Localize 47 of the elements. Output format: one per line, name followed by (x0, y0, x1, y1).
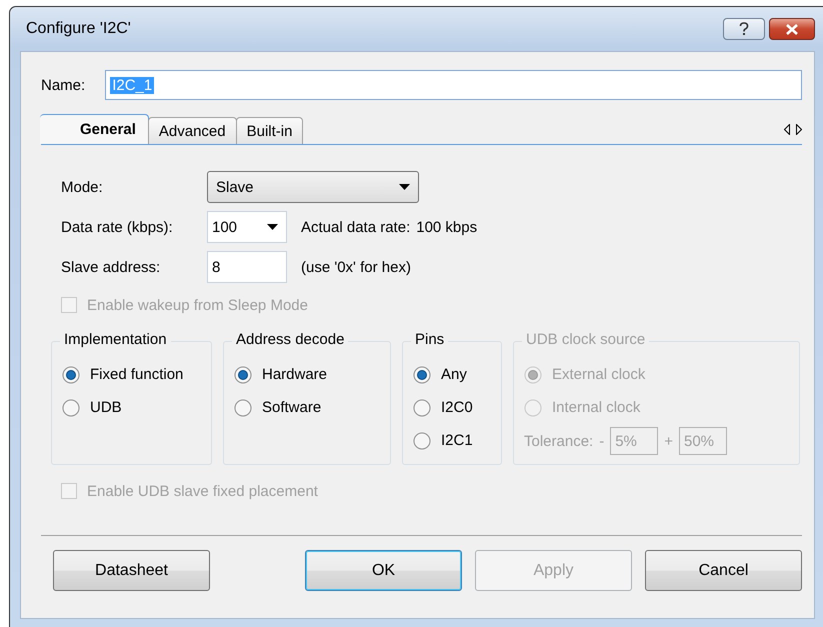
radio-button[interactable] (413, 366, 431, 384)
hint-text: Actual data rate: (301, 218, 410, 236)
close-icon (786, 24, 798, 34)
field-label: Mode: (61, 178, 104, 196)
radio-button[interactable] (413, 398, 431, 416)
mode-dropdown[interactable]: Slave (207, 171, 419, 203)
field-label: Data rate (kbps): (61, 218, 174, 236)
data-rate-combo[interactable]: 100 (207, 211, 287, 243)
radio-label: I2C1 (441, 432, 473, 449)
radio-label: Any (441, 366, 467, 383)
rate-reading: 100 kbps (416, 218, 478, 236)
dropdown-arrow-icon (399, 184, 410, 190)
radio-label: I2C0 (441, 399, 473, 416)
close-button[interactable] (769, 18, 815, 40)
name-label: Name: (41, 76, 86, 94)
dialog-button[interactable]: Datasheet (53, 550, 210, 591)
group-title: Implementation (60, 331, 171, 348)
help-icon (739, 22, 749, 36)
minus-sign: - (599, 432, 604, 450)
tab[interactable]: General (40, 114, 149, 144)
hint-text: (use '0x' for hex) (301, 258, 411, 276)
scroll-left-icon[interactable] (784, 124, 790, 134)
radio-button[interactable] (62, 398, 80, 416)
radio-button[interactable] (62, 366, 80, 384)
address-field[interactable]: 8 (207, 251, 287, 283)
radio-label: External clock (552, 366, 646, 383)
field-label: Slave address: (61, 258, 162, 276)
radio-label: Fixed function (90, 366, 184, 383)
dialog-button[interactable]: Cancel (645, 550, 802, 591)
radio-button[interactable] (234, 398, 252, 416)
radio-label: Software (262, 399, 322, 416)
radio-label: Internal clock (552, 399, 640, 416)
window-title: Configure 'I2C' (26, 20, 132, 38)
radio-button[interactable] (234, 366, 252, 384)
radio-label: Hardware (262, 366, 328, 383)
tab[interactable]: Advanced (148, 117, 237, 144)
dropdown-arrow-icon (267, 224, 278, 230)
checkbox-label: Enable wakeup from Sleep Mode (87, 296, 308, 314)
scroll-right-icon[interactable] (796, 124, 802, 134)
tab[interactable]: Built-in (236, 117, 304, 144)
radio-button[interactable] (413, 432, 431, 450)
plus-sign: + (664, 432, 673, 450)
help-button[interactable] (723, 18, 765, 40)
checkbox-label: Enable UDB slave fixed placement (87, 482, 318, 500)
tolerance-label: Tolerance: (524, 432, 594, 450)
radio-label: UDB (90, 399, 122, 416)
dialog-button[interactable]: OK (305, 550, 462, 591)
